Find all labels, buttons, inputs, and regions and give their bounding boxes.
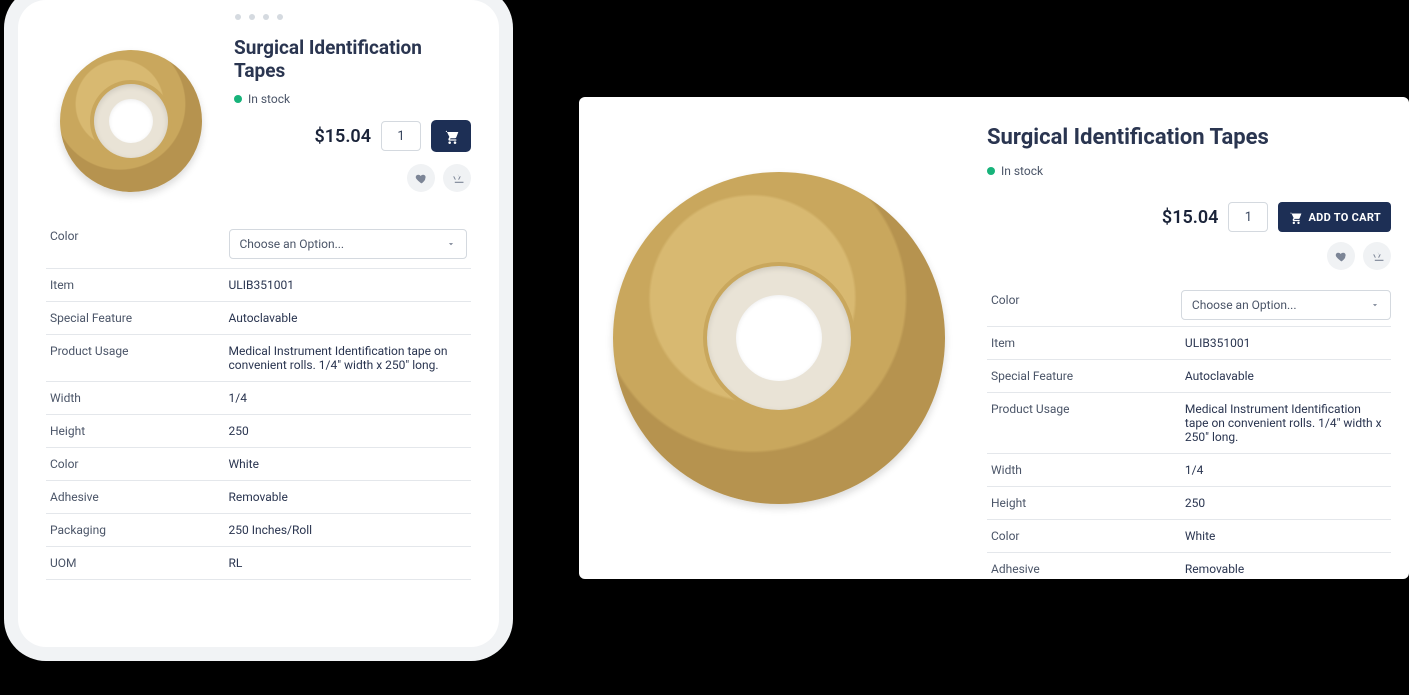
heart-icon (415, 172, 428, 185)
spec-row: ColorWhite (987, 520, 1391, 553)
spec-value: 250 (225, 415, 472, 448)
compare-button[interactable] (1363, 242, 1391, 270)
stock-indicator-icon (234, 95, 242, 103)
spec-label: Width (46, 382, 225, 415)
spec-row: AdhesiveRemovable (987, 553, 1391, 580)
spec-label: Product Usage (987, 393, 1181, 454)
add-to-cart-button[interactable] (431, 120, 471, 152)
tablet-mock: Surgical Identification Tapes In stock $… (18, 0, 499, 647)
spec-row: Color Choose an Option... (987, 284, 1391, 327)
spec-row: Product UsageMedical Instrument Identifi… (987, 393, 1391, 454)
spec-value: ULIB351001 (1181, 327, 1391, 360)
spec-label: Color (46, 448, 225, 481)
spec-label: Packaging (46, 514, 225, 547)
spec-value: Autoclavable (225, 302, 472, 335)
spec-row: ItemULIB351001 (46, 269, 471, 302)
spec-value: Removable (225, 481, 472, 514)
spec-value: White (225, 448, 472, 481)
spec-value: White (1181, 520, 1391, 553)
heart-icon (1335, 250, 1348, 263)
tablet-speaker-dots (235, 14, 283, 20)
add-to-cart-button[interactable]: ADD TO CART (1278, 202, 1391, 232)
spec-label: Color (46, 220, 225, 269)
spec-value: RL (225, 547, 472, 580)
spec-table: Color Choose an Option... ItemULIB351001Sp… (987, 284, 1391, 579)
quantity-stepper[interactable]: 1 (381, 121, 421, 151)
spec-label: UOM (46, 547, 225, 580)
color-select-placeholder: Choose an Option... (240, 237, 345, 251)
spec-row: Packaging250 Inches/Roll (46, 514, 471, 547)
add-to-cart-label: ADD TO CART (1308, 211, 1381, 224)
spec-value: 250 (1181, 487, 1391, 520)
color-select[interactable]: Choose an Option... (1181, 290, 1391, 320)
cart-icon (1288, 210, 1302, 224)
spec-value: ULIB351001 (225, 269, 472, 302)
compare-button[interactable] (443, 164, 471, 192)
spec-row: Width1/4 (46, 382, 471, 415)
spec-label: Width (987, 454, 1181, 487)
chevron-down-icon (1370, 300, 1380, 310)
price: $15.04 (314, 126, 371, 147)
spec-value: Autoclavable (1181, 360, 1391, 393)
spec-label: Product Usage (46, 335, 225, 382)
stock-status: In stock (234, 92, 471, 106)
price: $15.04 (1162, 207, 1219, 228)
spec-label: Special Feature (46, 302, 225, 335)
spec-value: Removable (1181, 553, 1391, 580)
wishlist-button[interactable] (1327, 242, 1355, 270)
cart-icon (443, 128, 459, 144)
stock-indicator-icon (987, 167, 995, 175)
stock-status: In stock (987, 164, 1391, 178)
spec-label: Color (987, 284, 1181, 327)
spec-label: Color (987, 520, 1181, 553)
scale-icon (451, 172, 464, 185)
wishlist-button[interactable] (407, 164, 435, 192)
spec-row: AdhesiveRemovable (46, 481, 471, 514)
spec-row: Height250 (987, 487, 1391, 520)
spec-label: Height (987, 487, 1181, 520)
spec-row: Color Choose an Option... (46, 220, 471, 269)
color-select-placeholder: Choose an Option... (1192, 298, 1297, 312)
desktop-card: Surgical Identification Tapes In stock $… (579, 97, 1409, 579)
quantity-stepper[interactable]: 1 (1228, 202, 1268, 232)
spec-row: Product UsageMedical Instrument Identifi… (46, 335, 471, 382)
spec-value: 1/4 (225, 382, 472, 415)
spec-row: Width1/4 (987, 454, 1391, 487)
color-select[interactable]: Choose an Option... (229, 229, 468, 259)
spec-value: Medical Instrument Identification tape o… (225, 335, 472, 382)
spec-value: 250 Inches/Roll (225, 514, 472, 547)
spec-value: Medical Instrument Identification tape o… (1181, 393, 1391, 454)
spec-label: Item (987, 327, 1181, 360)
spec-row: Special FeatureAutoclavable (987, 360, 1391, 393)
spec-label: Adhesive (46, 481, 225, 514)
spec-value: 1/4 (1181, 454, 1391, 487)
product-title: Surgical Identification Tapes (987, 125, 1391, 150)
product-image (579, 97, 979, 579)
stock-status-label: In stock (248, 92, 290, 106)
spec-row: ColorWhite (46, 448, 471, 481)
spec-row: UOMRL (46, 547, 471, 580)
spec-row: Height250 (46, 415, 471, 448)
product-image (46, 36, 216, 206)
spec-label: Adhesive (987, 553, 1181, 580)
spec-label: Special Feature (987, 360, 1181, 393)
spec-table: Color Choose an Option... ItemULIB351001Sp… (46, 220, 471, 580)
spec-label: Height (46, 415, 225, 448)
product-title: Surgical Identification Tapes (234, 36, 471, 82)
scale-icon (1371, 250, 1384, 263)
chevron-down-icon (446, 239, 456, 249)
stock-status-label: In stock (1001, 164, 1043, 178)
spec-label: Item (46, 269, 225, 302)
spec-row: Special FeatureAutoclavable (46, 302, 471, 335)
spec-row: ItemULIB351001 (987, 327, 1391, 360)
